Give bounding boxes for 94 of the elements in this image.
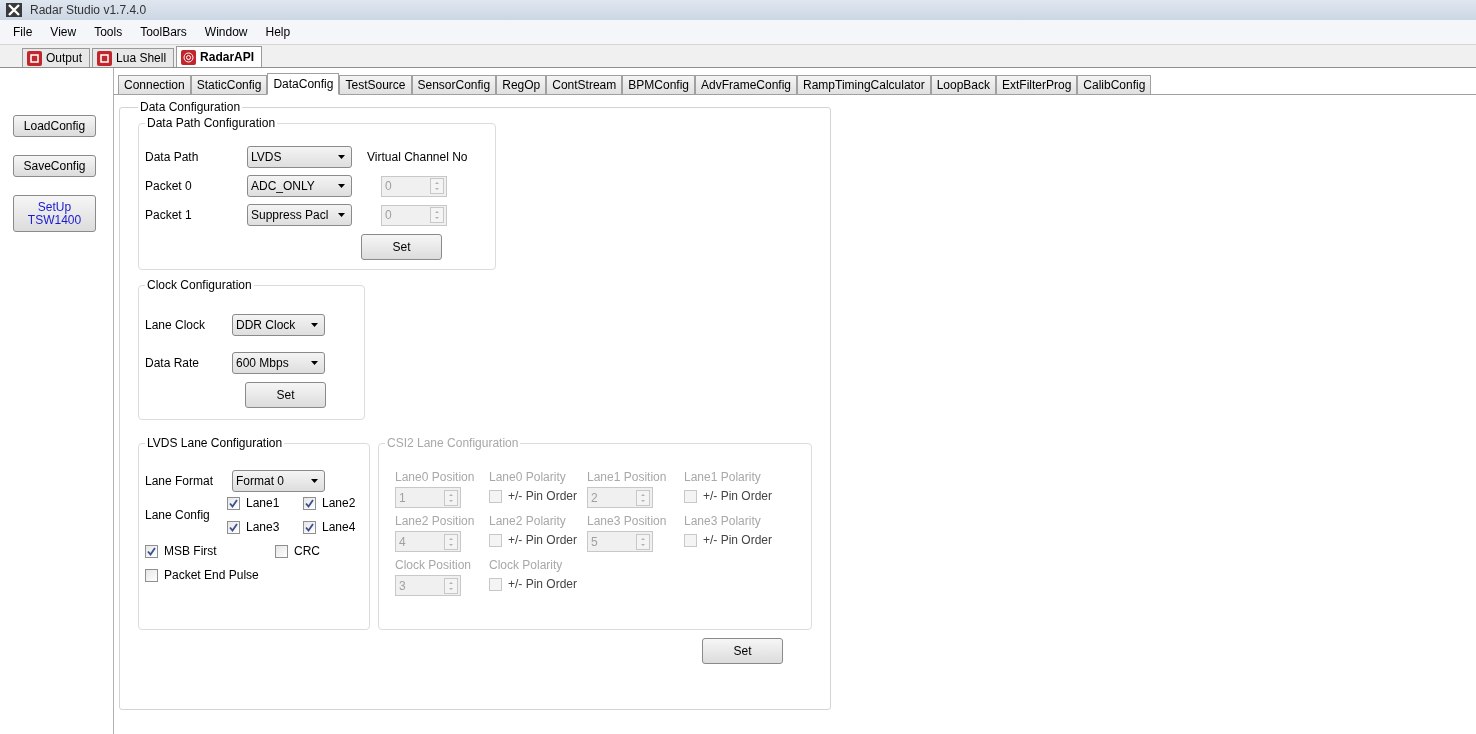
menu-item[interactable]: File [4, 25, 42, 39]
tab[interactable]: BPMConfig [622, 75, 695, 94]
dropdown[interactable]: ADC_ONLY [247, 175, 352, 197]
caret-icon [338, 155, 345, 159]
set-button[interactable]: Set [245, 382, 326, 408]
set-button[interactable]: Set [361, 234, 442, 260]
menu-item[interactable]: Window [195, 25, 257, 39]
checkbox[interactable] [227, 520, 240, 534]
caret-icon [311, 479, 318, 483]
menu-item[interactable]: View [41, 25, 86, 39]
field-label: Packet 0 [145, 179, 193, 193]
checkbox-label: Lane4 [322, 520, 356, 534]
dropdown[interactable]: Suppress Pacl [247, 204, 352, 226]
spin-arrows-icon [444, 533, 458, 550]
tab[interactable]: RegOp [496, 75, 547, 94]
field-label: Lane0 Polarity [489, 470, 567, 484]
group-title: LVDS Lane Configuration [146, 436, 284, 450]
menu-item[interactable]: ToolBars [131, 25, 196, 39]
checkbox-label: +/- Pin Order [703, 489, 773, 503]
field-label: Lane Config [145, 508, 211, 522]
field-label: Lane Clock [145, 318, 207, 332]
group-title: Data Configuration [139, 100, 242, 114]
checkbox-label: Lane3 [246, 520, 280, 534]
checkbox-label: +/- Pin Order [508, 577, 578, 591]
checkbox-label: MSB First [164, 544, 217, 558]
caret-icon [338, 184, 345, 188]
checkbox[interactable] [145, 568, 158, 582]
tab[interactable]: Connection [118, 75, 191, 94]
checkbox-label: Packet End Pulse [164, 568, 259, 582]
tab[interactable]: TestSource [339, 75, 412, 94]
field-label: Data Path [145, 150, 200, 164]
dropdown[interactable]: 600 Mbps [232, 352, 325, 374]
spin-arrows-icon [636, 533, 650, 550]
checkbox-label: +/- Pin Order [703, 533, 773, 547]
tab[interactable]: DataConfig [267, 73, 340, 95]
checkbox[interactable] [303, 520, 316, 534]
dock-tab[interactable]: RadarAPI [176, 46, 263, 67]
field-label: Lane0 Position [395, 470, 476, 484]
menu-item[interactable]: Tools [85, 25, 132, 39]
group-title: CSI2 Lane Configuration [386, 436, 520, 450]
spin-arrows-icon [444, 489, 458, 506]
app-icon [97, 50, 113, 66]
field-label: Clock Polarity [489, 558, 564, 572]
spin-arrows-icon [636, 489, 650, 506]
dock-tab[interactable]: Output [22, 48, 91, 67]
setup-button[interactable]: SetUp TSW1400 [13, 195, 96, 232]
checkbox[interactable] [275, 544, 288, 558]
tab[interactable]: AdvFrameConfig [695, 75, 798, 94]
caret-icon [311, 323, 318, 327]
spin-arrows-icon [430, 178, 444, 194]
tab[interactable]: RampTimingCalculator [797, 75, 931, 94]
field-label: Lane3 Position [587, 514, 668, 528]
field-label: Lane Format [145, 474, 215, 488]
config-button[interactable]: SaveConfig [13, 155, 96, 177]
tab[interactable]: ExtFilterProg [996, 75, 1078, 94]
field-label: Data Rate [145, 356, 201, 370]
field-label: Lane1 Position [587, 470, 668, 484]
config-button[interactable]: LoadConfig [13, 115, 96, 137]
window-title: Radar Studio v1.7.4.0 [30, 3, 147, 17]
app-icon [27, 50, 42, 66]
caret-icon [338, 213, 345, 217]
checkbox-label: Lane1 [246, 496, 280, 510]
field-label: Clock Position [395, 558, 473, 572]
spin-arrows-icon [444, 577, 458, 594]
dropdown[interactable]: Format 0 [232, 470, 325, 492]
checkbox[interactable] [145, 544, 158, 558]
tab[interactable]: StaticConfig [190, 75, 268, 94]
dropdown[interactable]: DDR Clock [232, 314, 325, 336]
field-label: Lane3 Polarity [684, 514, 762, 528]
tab[interactable]: LoopBack [930, 75, 996, 94]
field-label: Lane2 Position [395, 514, 476, 528]
dropdown[interactable]: LVDS [247, 146, 352, 168]
spin-arrows-icon [430, 207, 444, 223]
menu-item[interactable]: Help [256, 25, 300, 39]
caret-icon [311, 361, 318, 365]
checkbox-label: +/- Pin Order [508, 489, 578, 503]
group-title: Data Path Configuration [146, 116, 277, 130]
field-label: Packet 1 [145, 208, 193, 222]
tab[interactable]: SensorConfig [411, 75, 497, 94]
column-header: Virtual Channel No [367, 150, 469, 164]
checkbox[interactable] [227, 496, 240, 510]
tab[interactable]: ContStream [546, 75, 623, 94]
set-button[interactable]: Set [702, 638, 783, 664]
checkbox[interactable] [303, 496, 316, 510]
tools-icon [6, 3, 22, 17]
checkbox-label: +/- Pin Order [508, 533, 578, 547]
field-label: Lane1 Polarity [684, 470, 762, 484]
checkbox-label: Lane2 [322, 496, 356, 510]
tab[interactable]: CalibConfig [1077, 75, 1152, 94]
checkbox-label: CRC [294, 544, 320, 558]
radar-icon [181, 49, 197, 65]
group-title: Clock Configuration [146, 278, 253, 292]
field-label: Lane2 Polarity [489, 514, 567, 528]
dock-tab[interactable]: Lua Shell [92, 48, 175, 67]
